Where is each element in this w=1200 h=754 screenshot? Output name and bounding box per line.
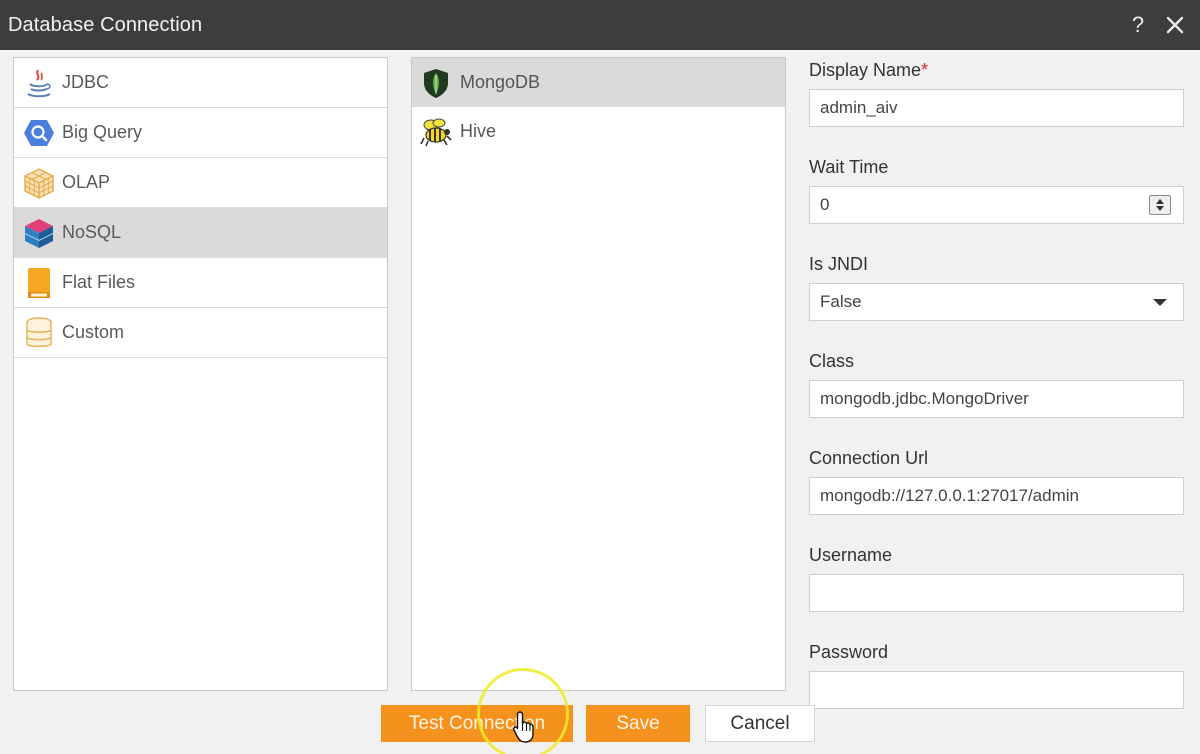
- category-item-olap[interactable]: OLAP: [14, 158, 387, 208]
- connection-url-label: Connection Url: [809, 448, 929, 468]
- class-value: mongodb.jdbc.MongoDriver: [820, 389, 1029, 408]
- category-label: NoSQL: [62, 222, 122, 242]
- flat-file-icon: [22, 266, 56, 300]
- stepper-down-icon[interactable]: [1156, 206, 1164, 211]
- username-input[interactable]: [809, 574, 1184, 612]
- connection-form: Display Name* admin_aiv Wait Time 0 Is J…: [809, 58, 1185, 709]
- category-label: Flat Files: [62, 272, 136, 292]
- display-name-label: Display Name*: [809, 58, 1185, 82]
- class-label: Class: [809, 351, 855, 371]
- stepper-up-icon[interactable]: [1156, 199, 1164, 204]
- class-input[interactable]: mongodb.jdbc.MongoDriver: [809, 380, 1184, 418]
- display-name-label-text: Display Name: [809, 60, 922, 80]
- datasource-list: MongoDB Hive: [411, 57, 786, 691]
- wait-time-label: Wait Time: [809, 157, 889, 177]
- display-name-input[interactable]: admin_aiv: [809, 89, 1184, 127]
- category-item-jdbc[interactable]: JDBC: [14, 58, 387, 108]
- test-connection-button[interactable]: Test Connection: [381, 705, 573, 742]
- category-list: JDBC Big Query OLAP NoSQL Flat Files Cus…: [13, 57, 388, 691]
- wait-time-value: 0: [820, 195, 830, 214]
- required-mark: *: [921, 60, 929, 80]
- help-button[interactable]: ?: [1120, 0, 1160, 50]
- datasource-item-hive[interactable]: Hive: [412, 107, 785, 156]
- datasource-label: MongoDB: [460, 72, 541, 92]
- category-label: OLAP: [62, 172, 111, 192]
- category-label: Custom: [62, 322, 125, 342]
- hive-bee-icon: [419, 115, 453, 149]
- cancel-button[interactable]: Cancel: [705, 705, 815, 742]
- is-jndi-select[interactable]: False: [809, 283, 1184, 321]
- category-item-flat-files[interactable]: Flat Files: [14, 258, 387, 308]
- nosql-cube-icon: [22, 216, 56, 250]
- connection-url-input[interactable]: mongodb://127.0.0.1:27017/admin: [809, 477, 1184, 515]
- wait-time-stepper[interactable]: [1149, 195, 1171, 215]
- wait-time-input[interactable]: 0: [809, 186, 1184, 224]
- mongodb-leaf-icon: [419, 66, 453, 100]
- java-icon: [22, 66, 56, 100]
- username-label: Username: [809, 545, 893, 565]
- dialog-titlebar: Database Connection ?: [0, 0, 1200, 50]
- password-label: Password: [809, 642, 889, 662]
- category-item-custom[interactable]: Custom: [14, 308, 387, 358]
- datasource-label: Hive: [460, 121, 497, 141]
- is-jndi-label: Is JNDI: [809, 254, 869, 274]
- is-jndi-value: False: [820, 292, 862, 311]
- display-name-value: admin_aiv: [820, 98, 898, 117]
- help-icon: ?: [1131, 12, 1145, 37]
- close-icon: [1166, 16, 1184, 34]
- save-button[interactable]: Save: [586, 705, 690, 742]
- datasource-item-mongodb[interactable]: MongoDB: [412, 58, 785, 107]
- category-label: JDBC: [62, 72, 110, 92]
- database-icon: [22, 316, 56, 350]
- category-item-big-query[interactable]: Big Query: [14, 108, 387, 158]
- close-button[interactable]: [1160, 0, 1200, 50]
- connection-url-value: mongodb://127.0.0.1:27017/admin: [820, 486, 1079, 505]
- dialog-title: Database Connection: [8, 13, 203, 36]
- category-label: Big Query: [62, 122, 143, 142]
- password-input[interactable]: [809, 671, 1184, 709]
- category-item-nosql[interactable]: NoSQL: [14, 208, 387, 258]
- olap-cube-icon: [22, 166, 56, 200]
- bigquery-icon: [22, 116, 56, 150]
- chevron-down-icon: [1153, 299, 1167, 306]
